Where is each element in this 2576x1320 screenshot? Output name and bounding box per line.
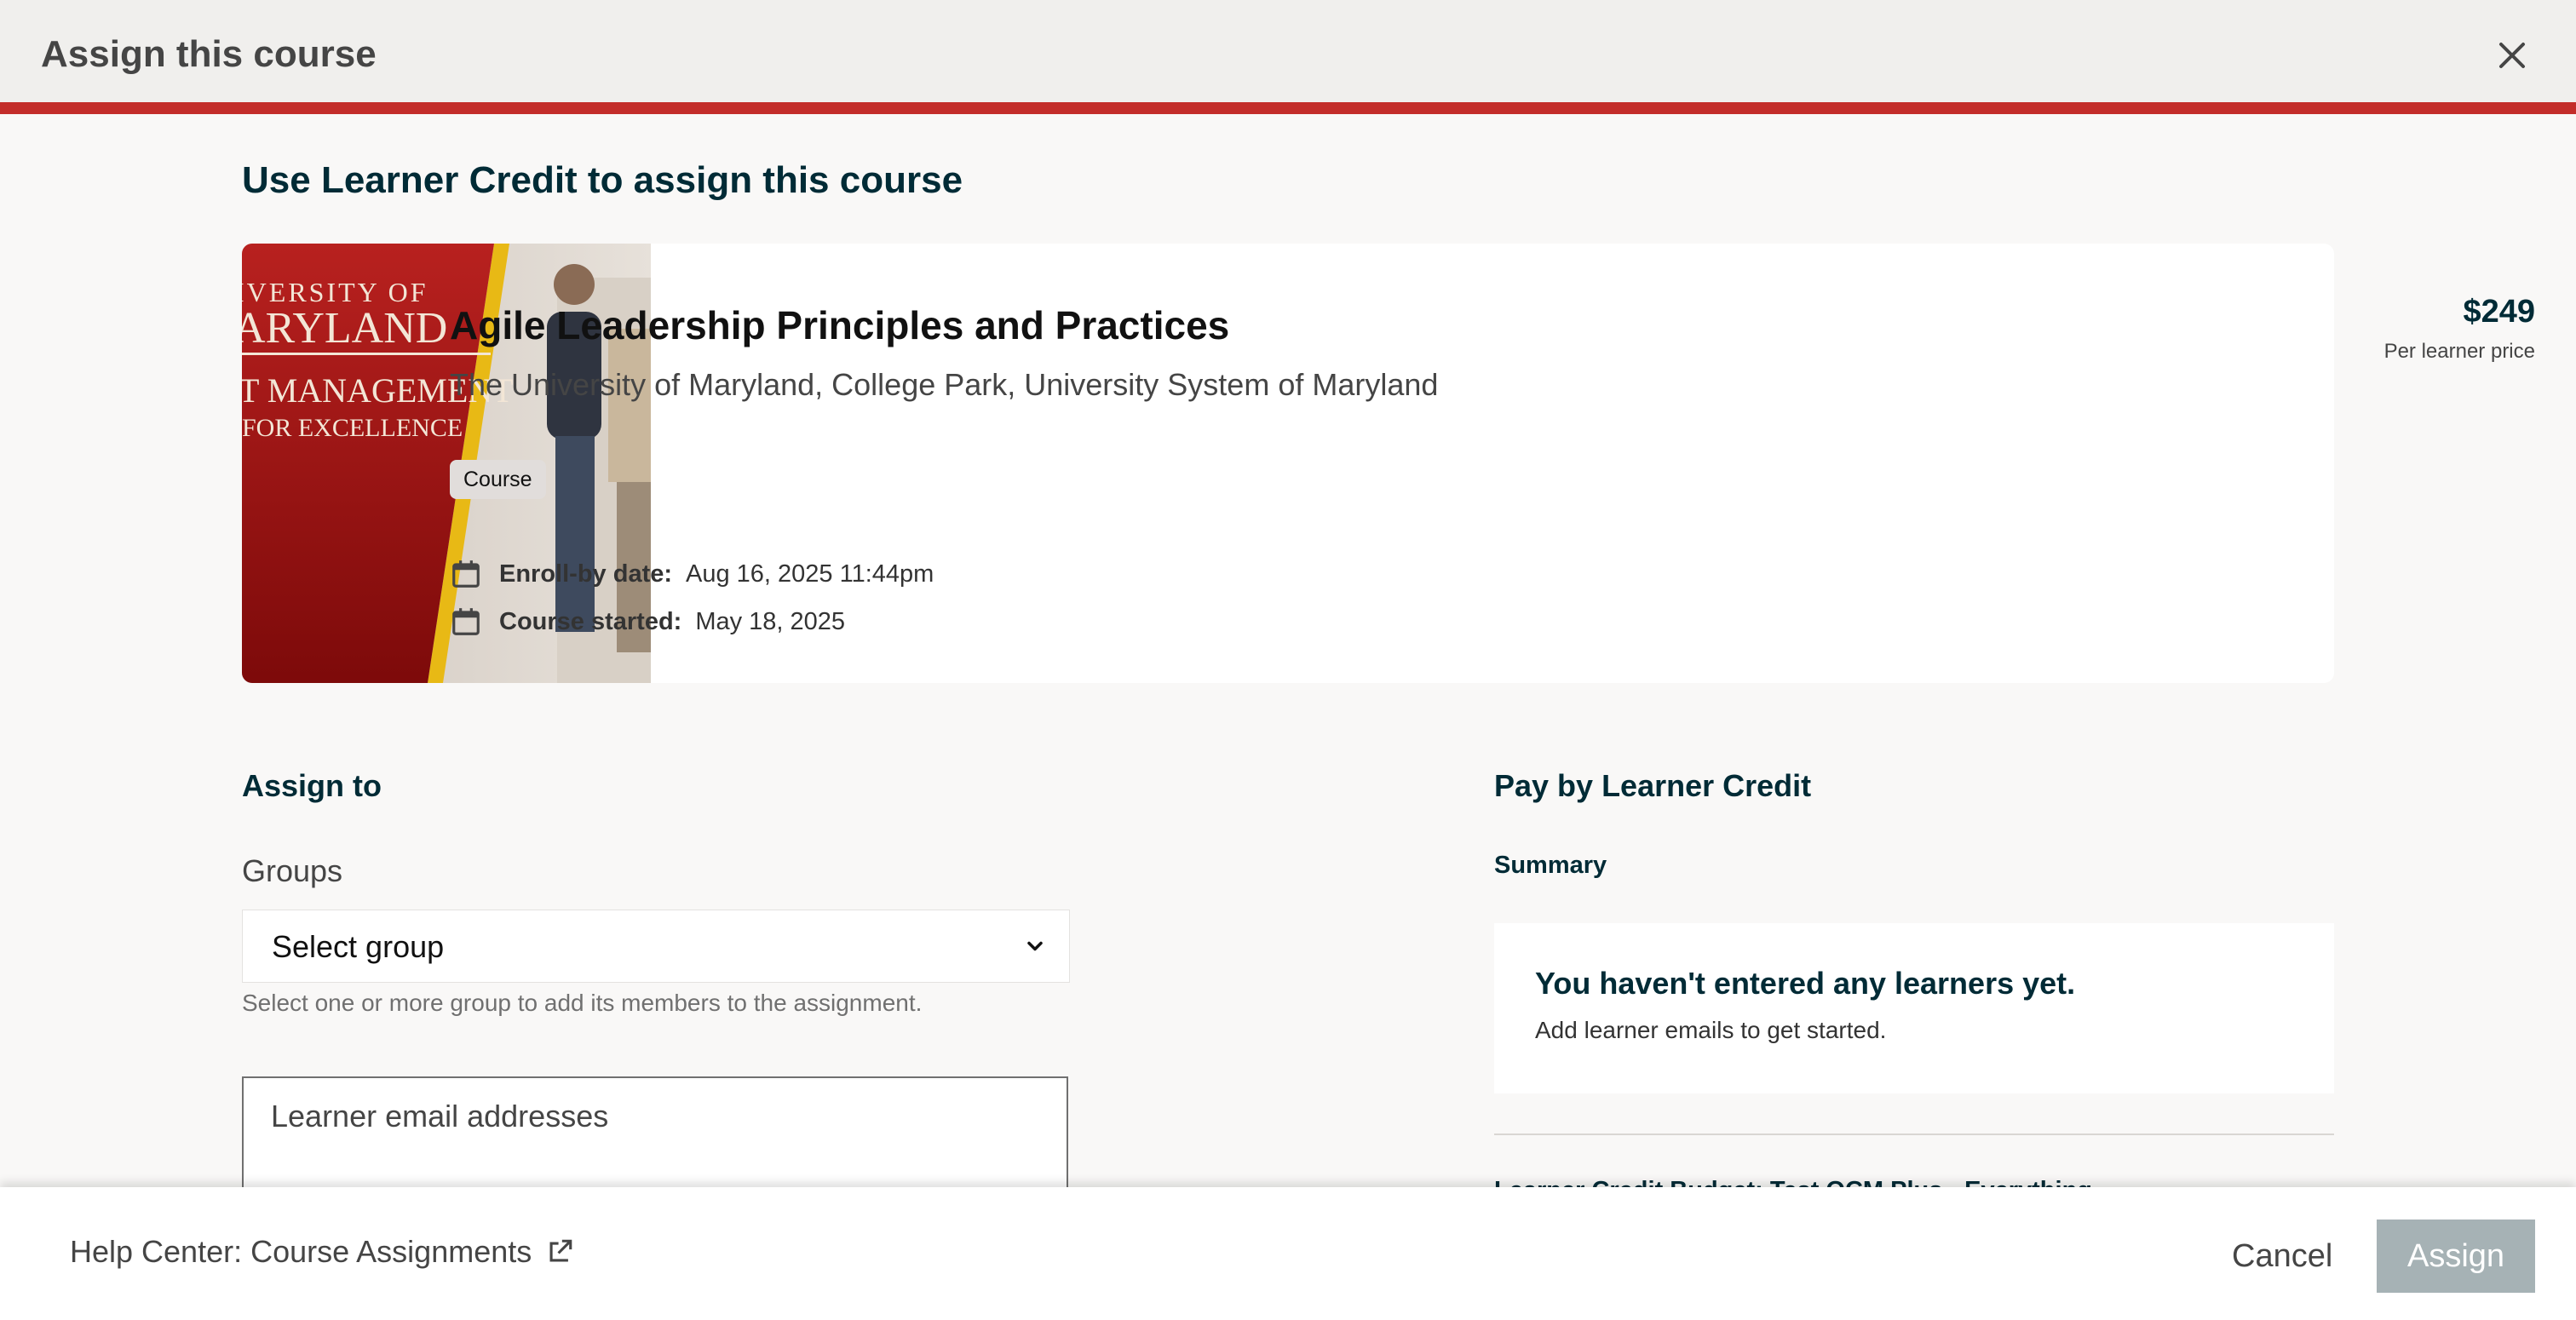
course-title: Agile Leadership Principles and Practice… bbox=[450, 303, 1230, 347]
image-text-line4: FOR EXCELLENCE bbox=[242, 414, 463, 442]
summary-title: You haven't entered any learners yet. bbox=[1535, 966, 2076, 1001]
course-type-badge: Course bbox=[450, 460, 546, 499]
assign-button[interactable]: Assign bbox=[2377, 1220, 2535, 1293]
course-started-label: Course started: bbox=[499, 607, 682, 635]
cancel-button[interactable]: Cancel bbox=[2211, 1220, 2353, 1293]
external-link-icon bbox=[549, 1239, 572, 1262]
accent-bar bbox=[0, 102, 2576, 114]
summary-box: You haven't entered any learners yet. Ad… bbox=[1494, 923, 2334, 1093]
groups-label: Groups bbox=[242, 853, 343, 888]
close-icon bbox=[2499, 43, 2525, 68]
calendar-icon bbox=[452, 608, 480, 635]
price-label: Per learner price bbox=[2383, 340, 2535, 363]
modal-title: Assign this course bbox=[41, 33, 377, 75]
course-org: The University of Maryland, College Park… bbox=[450, 367, 1439, 402]
learner-email-placeholder: Learner email addresses bbox=[271, 1099, 609, 1133]
summary-subtitle: Add learner emails to get started. bbox=[1535, 1017, 1887, 1043]
course-price: $249 bbox=[2463, 294, 2535, 330]
chevron-down-icon bbox=[1027, 941, 1043, 951]
course-started-row: Course started: May 18, 2025 bbox=[450, 603, 845, 640]
page-heading: Use Learner Credit to assign this course bbox=[242, 159, 963, 201]
help-center-label: Help Center: Course Assignments bbox=[70, 1234, 532, 1269]
modal-header: Assign this course bbox=[0, 0, 2576, 102]
assign-to-heading: Assign to bbox=[242, 768, 382, 803]
image-text-line2: ARYLAND bbox=[242, 304, 447, 353]
image-text-line1: IVERSITY OF bbox=[242, 277, 428, 307]
calendar-icon bbox=[452, 560, 480, 588]
summary-label: Summary bbox=[1494, 852, 1607, 879]
help-center-link[interactable]: Help Center: Course Assignments bbox=[70, 1231, 574, 1272]
enroll-by-label: Enroll-by date: bbox=[499, 560, 673, 588]
group-helper-text: Select one or more group to add its memb… bbox=[242, 990, 923, 1016]
enroll-by-row: Enroll-by date: Aug 16, 2025 11:44pm bbox=[450, 555, 934, 593]
enroll-by-value: Aug 16, 2025 11:44pm bbox=[686, 560, 934, 588]
close-button[interactable] bbox=[2489, 32, 2535, 78]
pay-heading: Pay by Learner Credit bbox=[1494, 768, 1812, 803]
group-select[interactable]: Select group bbox=[242, 910, 1070, 983]
group-select-value: Select group bbox=[272, 929, 445, 964]
summary-divider bbox=[1494, 1133, 2334, 1135]
modal-footer: Help Center: Course Assignments Cancel A… bbox=[0, 1187, 2576, 1320]
course-started-value: May 18, 2025 bbox=[695, 607, 846, 635]
